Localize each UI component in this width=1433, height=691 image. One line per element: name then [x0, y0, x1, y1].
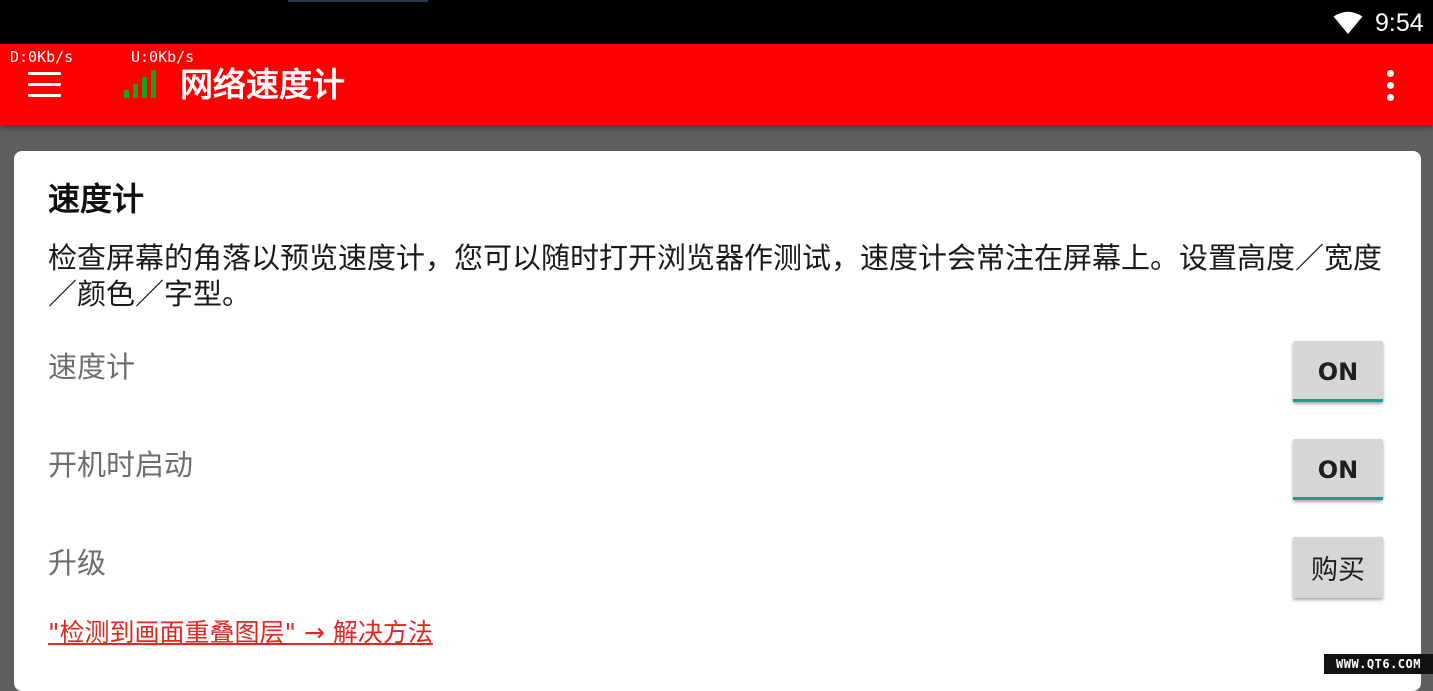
status-bar: 9:54: [0, 0, 1433, 44]
speedometer-toggle-button[interactable]: ON: [1293, 341, 1383, 402]
buy-button[interactable]: 购买: [1293, 537, 1383, 598]
speedometer-card: 速度计 检查屏幕的角落以预览速度计，您可以随时打开浏览器作测试，速度计会常注在屏…: [14, 151, 1421, 691]
overlay-detected-fix-link[interactable]: "检测到画面重叠图层" → 解决方法: [48, 617, 433, 649]
setting-label-start-on-boot: 开机时启动: [48, 448, 194, 482]
signal-bars-icon: [124, 70, 156, 98]
watermark: WWW.QT6.COM: [1324, 654, 1433, 674]
hamburger-menu-icon[interactable]: [28, 72, 62, 98]
setting-label-speedometer: 速度计: [48, 350, 136, 384]
card-title: 速度计: [48, 180, 145, 218]
app-title: 网络速度计: [180, 65, 345, 104]
status-bar-indicator: [288, 0, 428, 2]
setting-label-upgrade: 升级: [48, 546, 107, 580]
upload-speed-readout: U:0Kb/s: [131, 48, 195, 66]
wifi-icon: [1333, 11, 1363, 34]
app-bar: D:0Kb/s U:0Kb/s 网络速度计: [0, 44, 1433, 125]
download-speed-readout: D:0Kb/s: [10, 48, 74, 66]
more-vertical-icon[interactable]: [1378, 68, 1404, 104]
card-description: 检查屏幕的角落以预览速度计，您可以随时打开浏览器作测试，速度计会常注在屏幕上。设…: [48, 241, 1383, 311]
status-clock: 9:54: [1375, 9, 1424, 37]
start-on-boot-toggle-button[interactable]: ON: [1293, 439, 1383, 500]
